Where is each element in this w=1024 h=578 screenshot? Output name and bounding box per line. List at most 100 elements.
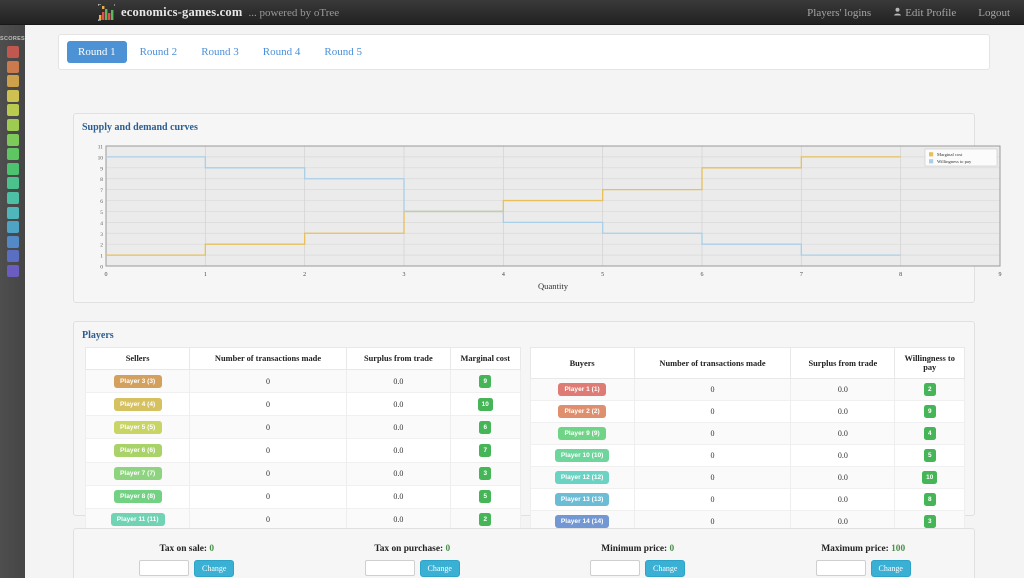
score-swatch-3[interactable] bbox=[6, 75, 19, 88]
player-badge[interactable]: Player 13 (13) bbox=[554, 493, 610, 506]
player-cell: Player 2 (2) bbox=[529, 400, 635, 423]
player-badge[interactable]: Player 3 (3) bbox=[113, 374, 162, 388]
score-swatch-16[interactable] bbox=[6, 264, 19, 277]
nav-edit-profile[interactable]: Edit Profile bbox=[893, 7, 956, 19]
player-badge[interactable]: Player 11 (11) bbox=[110, 513, 165, 527]
player-badge[interactable]: Player 4 (4) bbox=[113, 397, 162, 411]
value-cell: 5 bbox=[449, 484, 521, 509]
player-badge[interactable]: Player 8 (8) bbox=[113, 490, 162, 504]
score-swatch-13[interactable] bbox=[6, 221, 19, 234]
player-cell: Player 1 (1) bbox=[529, 378, 635, 401]
buyers-col-3: Surplus from trade bbox=[790, 347, 896, 379]
round-tab-2[interactable]: Round 2 bbox=[129, 41, 189, 63]
player-badge[interactable]: Player 6 (6) bbox=[113, 443, 162, 457]
player-badge[interactable]: Player 2 (2) bbox=[558, 405, 607, 418]
y-tick-label: 4 bbox=[100, 221, 103, 227]
value-badge: 5 bbox=[923, 449, 936, 462]
score-swatch-6[interactable] bbox=[6, 118, 19, 131]
player-cell: Player 13 (13) bbox=[529, 488, 635, 511]
market-controls-card: Tax on sale: 0 Change Tax on purchase: 0 Ch… bbox=[73, 528, 975, 578]
value-badge: 10 bbox=[477, 397, 493, 411]
round-tab-3[interactable]: Round 3 bbox=[190, 41, 250, 63]
score-swatch-8[interactable] bbox=[6, 148, 19, 161]
score-swatch-11[interactable] bbox=[6, 191, 19, 204]
player-cell: Player 6 (6) bbox=[84, 438, 191, 462]
table-row: Player 3 (3) 0 0.0 9 bbox=[84, 368, 521, 393]
transactions-cell: 0 bbox=[633, 422, 792, 445]
player-badge[interactable]: Player 9 (9) bbox=[558, 427, 607, 440]
player-badge[interactable]: Player 12 (12) bbox=[554, 471, 610, 484]
value-cell: 10 bbox=[449, 392, 521, 416]
score-swatch-2[interactable] bbox=[6, 60, 19, 73]
control-current-value: 0 bbox=[209, 543, 215, 554]
buyers-table: Buyers Number of transactions made Surplus… bbox=[529, 347, 965, 555]
surplus-cell: 0.0 bbox=[345, 368, 451, 393]
value-badge: 4 bbox=[923, 427, 936, 440]
value-badge: 10 bbox=[922, 471, 938, 484]
navbar-links: Players' logins Edit Profile Logout bbox=[807, 0, 1010, 25]
control-input-3[interactable] bbox=[590, 560, 641, 576]
player-badge[interactable]: Player 14 (14) bbox=[554, 515, 610, 528]
supply-demand-card: Supply and demand curves 0 1 2 3 4 5 6 7 8 9 10 11 0… bbox=[73, 113, 1002, 303]
value-cell: 9 bbox=[449, 368, 521, 393]
control-input-row-4: Change bbox=[815, 559, 911, 577]
value-badge: 2 bbox=[923, 383, 936, 396]
control-change-button-1[interactable]: Change bbox=[194, 559, 235, 577]
nav-logout[interactable]: Logout bbox=[978, 7, 1010, 19]
players-title: Players bbox=[82, 330, 114, 341]
control-current-value: 0 bbox=[669, 543, 675, 554]
value-cell: 10 bbox=[894, 466, 965, 489]
control-group-1: Tax on sale: 0 Change bbox=[74, 529, 300, 578]
round-tab-4[interactable]: Round 4 bbox=[252, 41, 312, 63]
control-change-button-2[interactable]: Change bbox=[419, 559, 460, 577]
surplus-cell: 0.0 bbox=[345, 461, 451, 486]
player-badge[interactable]: Player 5 (5) bbox=[113, 420, 162, 434]
score-swatch-4[interactable] bbox=[6, 89, 19, 102]
control-label-2: Tax on purchase: 0 bbox=[374, 544, 450, 554]
x-tick-label: 9 bbox=[999, 272, 1002, 278]
nav-players-logins[interactable]: Players' logins bbox=[807, 7, 871, 19]
control-input-4[interactable] bbox=[815, 560, 866, 576]
x-axis-title: Quantity bbox=[538, 281, 569, 291]
player-cell: Player 4 (4) bbox=[84, 392, 191, 416]
score-swatch-12[interactable] bbox=[6, 206, 19, 219]
players-card: Players Sellers Number of transactions ma… bbox=[73, 321, 975, 555]
value-cell: 4 bbox=[894, 422, 965, 445]
round-tab-5[interactable]: Round 5 bbox=[313, 41, 373, 63]
x-tick-label: 1 bbox=[204, 272, 207, 278]
x-tick-label: 6 bbox=[701, 272, 704, 278]
market-controls-row: Tax on sale: 0 Change Tax on purchase: 0 Ch… bbox=[74, 529, 976, 578]
control-change-button-4[interactable]: Change bbox=[870, 559, 911, 577]
value-badge: 2 bbox=[479, 513, 491, 527]
table-row: Player 6 (6) 0 0.0 7 bbox=[84, 438, 521, 462]
x-tick-label: 8 bbox=[899, 272, 902, 278]
table-row: Player 12 (12) 0 0.0 10 bbox=[529, 466, 965, 489]
player-badge[interactable]: Player 1 (1) bbox=[558, 383, 607, 396]
brand-name: economics-games.com bbox=[121, 5, 243, 19]
score-swatch-9[interactable] bbox=[6, 162, 19, 175]
control-input-1[interactable] bbox=[139, 560, 190, 576]
score-swatch-7[interactable] bbox=[6, 133, 19, 146]
table-row: Player 7 (7) 0 0.0 3 bbox=[84, 461, 521, 486]
nav-edit-profile-label: Edit Profile bbox=[905, 6, 957, 19]
surplus-cell: 0.0 bbox=[790, 466, 896, 489]
control-input-row-1: Change bbox=[139, 559, 235, 577]
control-change-button-3[interactable]: Change bbox=[645, 559, 686, 577]
round-tab-1[interactable]: Round 1 bbox=[67, 41, 127, 63]
score-swatch-15[interactable] bbox=[6, 250, 19, 263]
score-swatch-1[interactable] bbox=[6, 46, 19, 58]
value-badge: 9 bbox=[923, 405, 936, 418]
control-input-2[interactable] bbox=[364, 560, 415, 576]
player-cell: Player 12 (12) bbox=[529, 466, 635, 489]
player-badge[interactable]: Player 10 (10) bbox=[554, 449, 610, 462]
score-swatch-10[interactable] bbox=[6, 177, 19, 190]
score-swatch-5[interactable] bbox=[6, 104, 19, 117]
player-badge[interactable]: Player 7 (7) bbox=[113, 467, 162, 481]
table-row: Player 9 (9) 0 0.0 4 bbox=[529, 422, 965, 445]
sellers-table: Sellers Number of transactions made Surplu… bbox=[84, 347, 521, 555]
brand[interactable]: economics-games.com ... powered by oTree bbox=[98, 0, 339, 25]
surplus-cell: 0.0 bbox=[345, 438, 451, 462]
transactions-cell: 0 bbox=[189, 415, 347, 439]
score-swatch-14[interactable] bbox=[6, 235, 19, 248]
buyers-col-1: Buyers bbox=[529, 347, 635, 379]
